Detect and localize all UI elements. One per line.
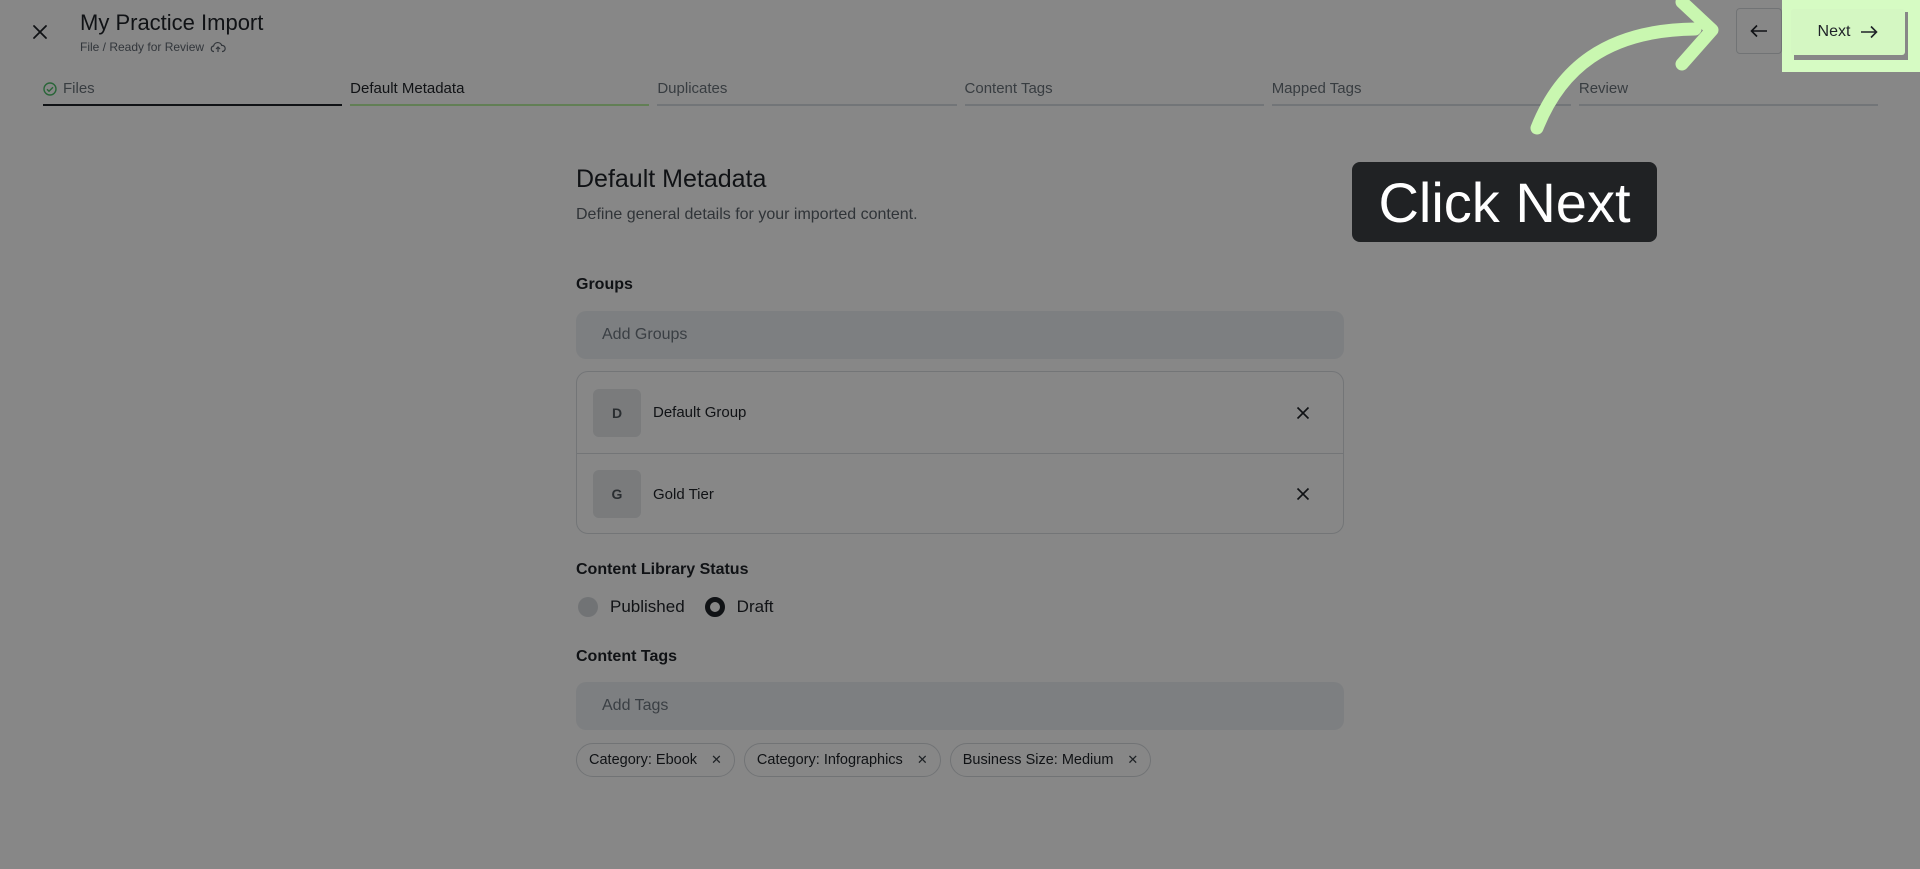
close-icon <box>1296 487 1310 501</box>
radio-published[interactable] <box>578 597 598 617</box>
step-label: Duplicates <box>657 80 728 97</box>
avatar: D <box>593 388 641 437</box>
list-item: D Default Group <box>577 372 1343 453</box>
section-description: Define general details for your imported… <box>576 206 918 223</box>
close-icon <box>33 25 47 39</box>
tag-label: Category: Infographics <box>756 752 903 768</box>
step-content-tags[interactable]: Content Tags <box>964 78 1264 106</box>
groups-label: Groups <box>576 276 633 293</box>
add-tags-input[interactable]: Add Tags <box>576 682 1344 730</box>
group-name: Gold Tier <box>653 485 714 503</box>
step-label: Default Metadata <box>350 80 465 97</box>
close-icon <box>1296 406 1310 419</box>
remove-tag-icon[interactable]: ✕ <box>711 752 722 768</box>
add-tags-placeholder: Add Tags <box>602 697 669 714</box>
step-label: Files <box>63 80 95 97</box>
cloud-upload-icon <box>210 41 226 53</box>
remove-tag-icon[interactable]: ✕ <box>1127 752 1138 768</box>
step-label: Content Tags <box>964 80 1053 97</box>
tag-chip: Category: Ebook ✕ <box>576 743 735 777</box>
metadata-form-header: Default Metadata Define general details … <box>576 165 1344 224</box>
step-label: Mapped Tags <box>1271 80 1362 97</box>
tag-chip: Business Size: Medium ✕ <box>949 743 1152 777</box>
list-item: G Gold Tier <box>577 453 1343 534</box>
radio-published-label: Published <box>610 597 685 616</box>
next-button[interactable]: Next <box>1791 9 1905 55</box>
tag-list: Category: Ebook ✕ Category: Infographics… <box>576 743 1152 777</box>
radio-draft[interactable] <box>704 597 725 617</box>
check-circle-icon <box>43 82 57 96</box>
content-tags-label: Content Tags <box>576 648 678 665</box>
pointer-arrow-icon <box>1530 0 1719 135</box>
avatar: G <box>593 470 641 518</box>
section-title: Default Metadata <box>576 165 767 193</box>
group-name: Default Group <box>653 404 747 421</box>
next-button-label: Next <box>1817 23 1851 40</box>
content-library-status-label: Content Library Status <box>576 561 749 578</box>
step-duplicates[interactable]: Duplicates <box>657 78 957 106</box>
import-status: File / Ready for Review <box>80 40 226 54</box>
tutorial-tooltip: Click Next <box>1352 162 1657 242</box>
remove-group-button[interactable] <box>1293 484 1313 504</box>
remove-tag-icon[interactable]: ✕ <box>917 752 928 768</box>
remove-group-button[interactable] <box>1293 403 1313 423</box>
group-list: D Default Group G Gold Tier <box>576 371 1344 534</box>
step-files[interactable]: Files <box>43 78 343 106</box>
step-default-metadata[interactable]: Default Metadata <box>350 78 650 106</box>
arrow-left-icon <box>1750 24 1767 38</box>
tag-label: Category: Ebook <box>589 752 698 768</box>
tag-chip: Category: Infographics ✕ <box>743 743 941 777</box>
arrow-right-icon <box>1861 25 1879 39</box>
close-button[interactable] <box>28 20 52 44</box>
import-status-text: File / Ready for Review <box>80 40 205 54</box>
tag-label: Business Size: Medium <box>962 752 1114 768</box>
status-radio-group: Published Draft <box>578 597 794 617</box>
add-groups-placeholder: Add Groups <box>602 326 688 343</box>
add-groups-input[interactable]: Add Groups <box>576 311 1344 359</box>
radio-draft-label: Draft <box>736 597 774 616</box>
page-title: My Practice Import <box>80 10 264 35</box>
